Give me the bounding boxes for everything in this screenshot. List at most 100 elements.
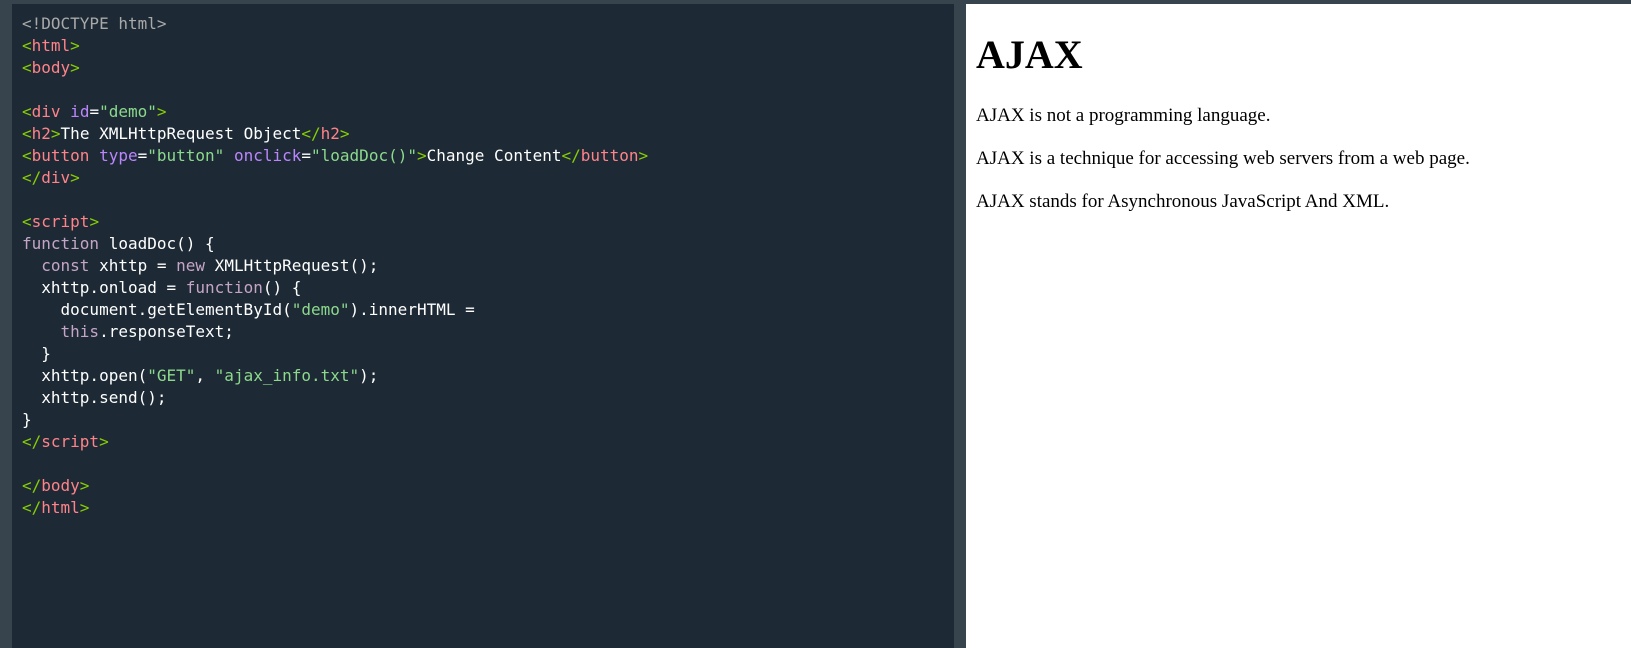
code-line: <script> <box>22 211 648 233</box>
code-line: } <box>22 409 648 431</box>
code-token: ).innerHTML = <box>349 300 475 319</box>
code-token: html <box>41 498 80 517</box>
code-token: > <box>339 124 350 143</box>
code-line: this.responseText; <box>22 321 648 343</box>
code-token: > <box>89 212 100 231</box>
code-line: xhttp.open("GET", "ajax_info.txt"); <box>22 365 648 387</box>
result-paragraph-3: AJAX stands for Asynchronous JavaScript … <box>976 191 1390 212</box>
code-line: <button type="button" onclick="loadDoc()… <box>22 145 648 167</box>
code-token: this <box>60 322 100 341</box>
code-token: xhttp.open( <box>22 366 148 385</box>
code-token: = <box>89 102 100 121</box>
code-token: id <box>60 102 90 121</box>
code-token: < <box>22 36 32 55</box>
code-token: </ <box>22 498 42 517</box>
result-paragraph-1: AJAX is not a programming language. <box>976 105 1271 126</box>
code-token: > <box>156 102 167 121</box>
code-token: div <box>31 102 61 121</box>
code-token: > <box>99 432 109 451</box>
code-token: "demo" <box>291 300 350 319</box>
code-token: "ajax_info.txt" <box>214 366 360 385</box>
code-token: ); <box>359 366 379 385</box>
code-token: h2 <box>31 124 51 143</box>
code-token: div <box>41 168 71 187</box>
code-line: const xhttp = new XMLHttpRequest(); <box>22 255 648 277</box>
code-token: > <box>416 146 427 165</box>
code-token: </ <box>22 432 42 451</box>
code-token: > <box>79 498 90 517</box>
code-token: Change Content <box>426 146 562 165</box>
code-token: "GET" <box>147 366 196 385</box>
code-line: ​ <box>22 453 648 475</box>
code-token: type <box>89 146 138 165</box>
code-token: new <box>176 256 206 275</box>
code-token: html <box>31 36 71 55</box>
result-paragraph-2: AJAX is a technique for accessing web se… <box>976 148 1470 169</box>
code-token: script <box>31 212 90 231</box>
code-token: function <box>185 278 263 297</box>
code-token: </ <box>561 146 581 165</box>
code-token: } <box>22 344 51 363</box>
code-token: "loadDoc()" <box>311 146 417 165</box>
code-token: = <box>301 146 312 165</box>
code-token: > <box>70 168 80 187</box>
code-token: "demo" <box>99 102 157 121</box>
code-line: <!DOCTYPE html> <box>22 13 648 35</box>
code-token: </ <box>22 476 42 495</box>
code-token: xhttp.send(); <box>22 388 167 407</box>
code-token: </ <box>301 124 321 143</box>
code-token: () { <box>262 278 302 297</box>
code-token: body <box>41 476 80 495</box>
code-token: <!DOCTYPE html> <box>22 14 167 33</box>
code-line: <h2>The XMLHttpRequest Object</h2> <box>22 123 648 145</box>
code-token: < <box>22 102 32 121</box>
code-line: xhttp.onload = function() { <box>22 277 648 299</box>
code-token: script <box>41 432 100 451</box>
code-token: The XMLHttpRequest Object <box>60 124 302 143</box>
code-token: } <box>22 410 32 429</box>
code-line: xhttp.send(); <box>22 387 648 409</box>
code-line: <body> <box>22 57 648 79</box>
code-line: <div id="demo"> <box>22 101 648 123</box>
code-token: button <box>580 146 639 165</box>
code-token: > <box>638 146 649 165</box>
code-line: } <box>22 343 648 365</box>
code-token: xhttp.onload = <box>22 278 186 297</box>
code-editor[interactable]: <!DOCTYPE html><html><body>​<div id="dem… <box>12 4 954 648</box>
code-token: > <box>70 36 80 55</box>
code-line: document.getElementById("demo").innerHTM… <box>22 299 648 321</box>
code-token: "button" <box>147 146 225 165</box>
code-token: h2 <box>320 124 340 143</box>
code-token: xhttp = <box>89 256 177 275</box>
code-token: XMLHttpRequest(); <box>205 256 379 275</box>
code-line: </body> <box>22 475 648 497</box>
code-token: < <box>22 212 32 231</box>
code-token: < <box>22 124 32 143</box>
code-token: document.getElementById( <box>22 300 292 319</box>
code-line: </script> <box>22 431 648 453</box>
code-line: ​ <box>22 79 648 101</box>
code-line: </html> <box>22 497 648 519</box>
tryit-editor-window: <!DOCTYPE html><html><body>​<div id="dem… <box>0 0 1631 648</box>
code-token: button <box>31 146 90 165</box>
code-token: > <box>50 124 61 143</box>
code-token: .responseText; <box>99 322 234 341</box>
code-token: const <box>41 256 90 275</box>
code-line: function loadDoc() { <box>22 233 648 255</box>
code-token: </ <box>22 168 42 187</box>
result-preview: AJAX AJAX is not a programming language.… <box>966 4 1631 648</box>
code-token: > <box>79 476 90 495</box>
code-editor-text[interactable]: <!DOCTYPE html><html><body>​<div id="dem… <box>22 13 648 519</box>
code-token: , <box>195 366 215 385</box>
pane-resize-handle[interactable] <box>954 4 966 648</box>
code-token: function <box>22 234 100 253</box>
code-token: body <box>31 58 71 77</box>
code-line: ​ <box>22 189 648 211</box>
code-token: > <box>70 58 80 77</box>
code-line: <html> <box>22 35 648 57</box>
result-heading: AJAX <box>976 32 1083 77</box>
code-token: onclick <box>224 146 302 165</box>
code-token: = <box>137 146 148 165</box>
